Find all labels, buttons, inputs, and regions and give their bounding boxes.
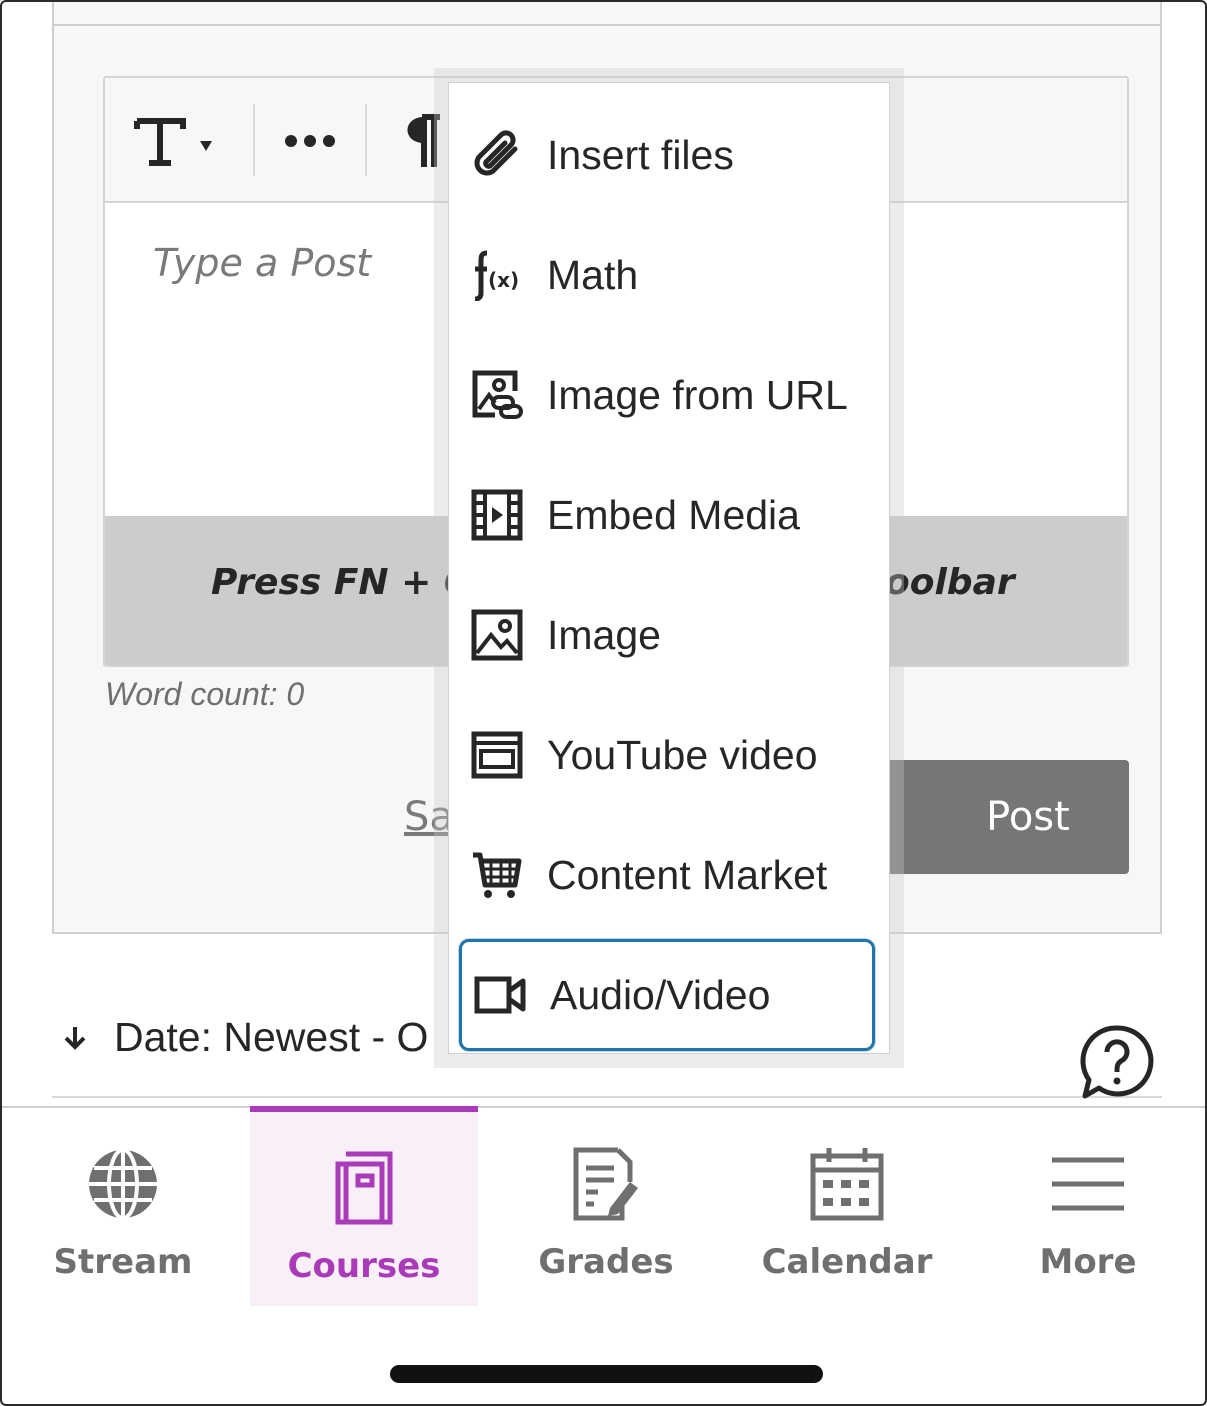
post-button[interactable]: Post [887,760,1129,874]
film-icon [471,489,523,541]
menu-item-youtube-video[interactable]: YouTube video [449,695,889,815]
menu-item-label: Audio/Video [550,971,771,1018]
previous-section-border [52,2,1162,26]
more-options-button[interactable] [275,106,345,176]
hint-right-text: oolbar [885,562,1015,603]
video-frame-icon [471,729,523,781]
insert-content-menu: Insert files (x) Math Image from URL Emb… [448,82,890,1054]
sort-label: Date: Newest - O [114,1014,429,1060]
nav-label: Courses [287,1246,441,1286]
image-icon [471,609,523,661]
menu-item-embed-media[interactable]: Embed Media [449,455,889,575]
nav-item-grades[interactable]: Grades [486,1108,726,1308]
nav-item-calendar[interactable]: Calendar [726,1108,968,1308]
book-icon [332,1148,396,1228]
svg-text:(x): (x) [488,268,519,292]
nav-item-stream[interactable]: Stream [2,1108,244,1308]
menu-item-insert-files[interactable]: Insert files [449,95,889,215]
nav-label: Grades [538,1242,674,1282]
menu-item-label: YouTube video [547,731,818,778]
text-style-button[interactable] [133,106,223,176]
menu-item-content-market[interactable]: Content Market [449,815,889,935]
post-placeholder: Type a Post [153,241,372,285]
menu-item-label: Insert files [547,131,734,178]
help-icon [1080,1025,1154,1099]
nav-label: Calendar [761,1242,933,1282]
menu-item-label: Embed Media [547,491,800,538]
toolbar-divider [365,104,367,176]
cart-icon [471,849,523,901]
menu-item-label: Image [547,611,661,658]
nav-label: Stream [53,1242,193,1282]
word-count: Word count: 0 [105,676,305,712]
menu-item-image[interactable]: Image [449,575,889,695]
grades-icon [570,1144,642,1224]
video-camera-icon [474,969,526,1021]
nav-item-courses[interactable]: Courses [250,1106,478,1306]
image-link-icon [471,369,523,421]
paperclip-icon [471,129,523,181]
ellipsis-icon [285,135,335,147]
globe-icon [85,1144,161,1224]
sort-control[interactable]: Date: Newest - O [62,1014,428,1061]
menu-item-audio-video[interactable]: Audio/Video [459,939,875,1051]
divider [52,1096,1162,1098]
arrow-down-icon [62,1025,92,1051]
nav-label: More [1039,1242,1137,1282]
text-style-icon [134,118,212,166]
home-indicator [390,1365,823,1383]
menu-icon [1050,1144,1126,1224]
nav-item-more[interactable]: More [968,1108,1207,1308]
bottom-navigation: Stream Courses Grades Calendar More [2,1106,1205,1306]
calendar-icon [809,1144,885,1224]
menu-item-math[interactable]: (x) Math [449,215,889,335]
hint-left-text: Press FN + C [211,562,471,603]
menu-item-label: Content Market [547,851,828,898]
toolbar-divider [253,104,255,176]
menu-item-image-from-url[interactable]: Image from URL [449,335,889,455]
help-button[interactable] [1077,1022,1157,1102]
menu-item-label: Math [547,251,639,298]
menu-item-label: Image from URL [547,371,848,418]
function-icon: (x) [471,249,523,301]
